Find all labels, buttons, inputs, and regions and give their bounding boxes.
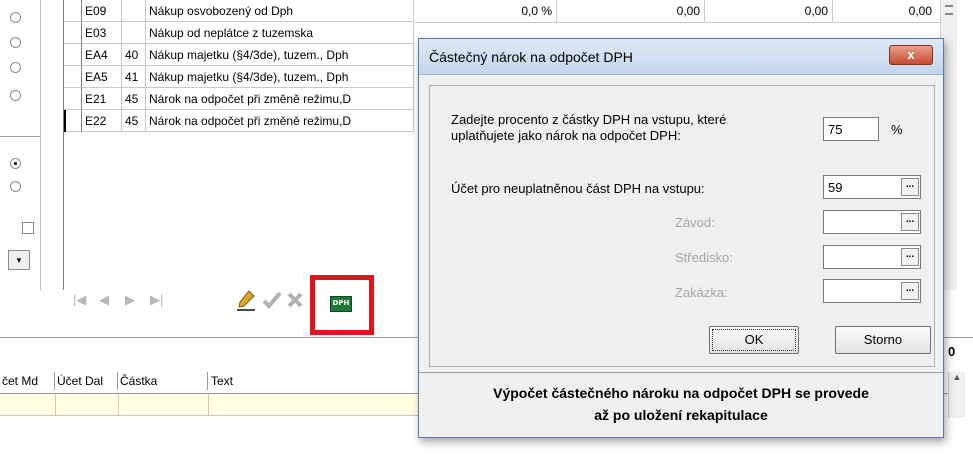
zavod-lookup-button[interactable]: ... — [901, 213, 919, 231]
scroll-grip-icon — [945, 5, 953, 15]
dialog-titlebar[interactable]: Částečný nárok na odpočet DPH x — [419, 39, 943, 75]
first-record-icon[interactable]: |◀ — [73, 292, 86, 308]
cell-num — [122, 0, 146, 22]
radio-option-4[interactable] — [10, 90, 21, 101]
cell-text: Nákup majetku (§4/3de), tuzem., Dph — [146, 44, 414, 66]
account-lookup-button[interactable]: ... — [901, 178, 919, 196]
row-indicator — [64, 88, 82, 110]
zakazka-label: Zakázka: — [675, 285, 728, 300]
cell-text: Nárok na odpočet při změně režimu,D — [146, 110, 414, 132]
ok-label: OK — [744, 332, 764, 347]
col-line — [55, 394, 56, 416]
header-text[interactable]: Text — [208, 372, 418, 390]
cell-text: Nákup osvobozený od Dph — [146, 0, 414, 22]
zakazka-lookup-button[interactable]: ... — [901, 282, 919, 300]
dph-button[interactable]: DPH — [330, 296, 352, 312]
header-ucet-dal[interactable]: Účet Dal — [55, 372, 118, 390]
cell-code: E21 — [82, 88, 122, 110]
prev-record-icon[interactable]: ◀ — [99, 292, 109, 308]
cell-code: E22 — [82, 110, 122, 132]
note-line1: Výpočet částečného nároku na odpočet DPH… — [493, 385, 869, 401]
cell-text: Nákup od neplátce z tuzemska — [146, 22, 414, 44]
ok-button[interactable]: OK — [709, 326, 799, 354]
group-divider — [0, 136, 40, 137]
left-panel-frame — [40, 0, 41, 290]
cell-num: 45 — [122, 110, 146, 132]
check-icon[interactable] — [262, 290, 282, 310]
stredisko-label: Středisko: — [675, 250, 733, 265]
dropdown-button[interactable]: ▾ — [8, 250, 30, 270]
zavod-input[interactable]: ... — [823, 210, 921, 234]
col-divider — [556, 0, 557, 22]
header-castka[interactable]: Částka — [118, 372, 208, 390]
cell-text: Nákup majetku (§4/3de), tuzem., Dph — [146, 66, 414, 88]
bottom-scrollbar[interactable]: ▲ — [948, 372, 965, 418]
radio-option-6[interactable] — [10, 181, 21, 192]
col-divider — [704, 0, 705, 22]
zavod-label: Závod: — [675, 215, 715, 230]
stredisko-lookup-button[interactable]: ... — [901, 248, 919, 266]
cell-code: E09 — [82, 0, 122, 22]
radio-option-2[interactable] — [10, 37, 21, 48]
radio-option-3[interactable] — [10, 62, 21, 73]
cell-num: 45 — [122, 88, 146, 110]
row0-value2: 0,00 — [804, 4, 828, 18]
cell-num: 41 — [122, 66, 146, 88]
x-icon[interactable] — [286, 291, 304, 309]
cell-code: EA4 — [82, 44, 122, 66]
percent-prompt-line1: Zadejte procento z částky DPH na vstupu,… — [451, 112, 727, 127]
partial-deduction-dialog: Částečný nárok na odpočet DPH x Zadejte … — [418, 38, 944, 438]
row-indicator — [64, 66, 82, 88]
zakazka-input[interactable]: ... — [823, 279, 921, 303]
stredisko-input[interactable]: ... — [823, 245, 921, 269]
radio-option-5[interactable] — [10, 158, 21, 169]
col-divider — [832, 0, 833, 22]
dialog-title: Částečný nárok na odpočet DPH — [429, 49, 633, 65]
row-indicator — [64, 0, 82, 22]
close-button[interactable]: x — [889, 45, 933, 65]
account-input[interactable]: 59 ... — [823, 175, 921, 199]
cell-text: Nárok na odpočet při změně režimu,D — [146, 88, 414, 110]
cell-code: EA5 — [82, 66, 122, 88]
cell-num — [122, 22, 146, 44]
right-edge-label: 0 — [948, 344, 956, 359]
row0-value3: 0,00 — [908, 4, 932, 18]
cell-num: 40 — [122, 44, 146, 66]
header-ucet-md[interactable]: čet Md — [0, 372, 55, 390]
last-record-icon[interactable]: ▶| — [150, 292, 163, 308]
storno-label: Storno — [863, 332, 903, 347]
percent-value: 75 — [828, 122, 843, 137]
close-icon: x — [907, 47, 915, 62]
dph-icon-label: DPH — [332, 299, 350, 307]
pen-icon[interactable] — [235, 288, 257, 312]
checkbox-option[interactable] — [22, 222, 34, 234]
storno-button[interactable]: Storno — [835, 326, 931, 354]
note-line2: až po uložení rekapitulace — [594, 407, 768, 423]
row0-bottom-line — [415, 22, 940, 23]
col-line — [208, 394, 209, 416]
percent-input[interactable]: 75 — [823, 117, 879, 141]
account-value: 59 — [828, 180, 843, 195]
row-indicator — [64, 22, 82, 44]
row0-percent: 0,0 % — [521, 4, 552, 18]
cell-code: E03 — [82, 22, 122, 44]
radio-option-1[interactable] — [10, 12, 21, 23]
percent-prompt-line2: uplatňujete jako nárok na odpočet DPH: — [451, 128, 681, 143]
vat-codes-grid: E09 Nákup osvobozený od Dph E03 Nákup od… — [63, 0, 415, 290]
col-line — [118, 394, 119, 416]
row-indicator — [64, 44, 82, 66]
percent-unit: % — [891, 122, 903, 137]
row-indicator-current — [64, 110, 82, 132]
row0-value1: 0,00 — [676, 4, 700, 18]
dialog-note: Výpočet částečného nároku na odpočet DPH… — [419, 372, 943, 437]
next-record-icon[interactable]: ▶ — [125, 292, 135, 308]
account-label: Účet pro neuplatněnou část DPH na vstupu… — [451, 181, 705, 196]
